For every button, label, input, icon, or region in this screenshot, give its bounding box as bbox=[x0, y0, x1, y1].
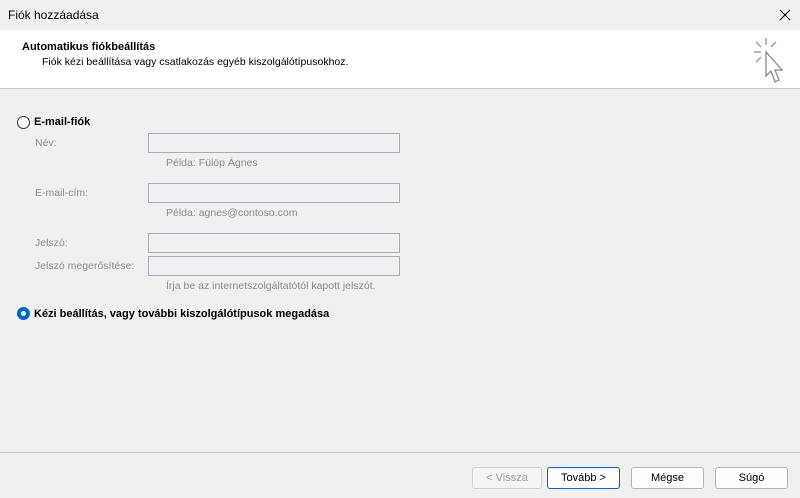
help-button[interactable]: Súgó bbox=[715, 467, 788, 489]
confirm-password-label: Jelszó megerősítése: bbox=[35, 260, 135, 272]
footer-divider bbox=[0, 452, 800, 453]
next-button[interactable]: Tovább > bbox=[547, 467, 620, 489]
close-button[interactable] bbox=[770, 0, 800, 30]
manual-setup-radio[interactable] bbox=[17, 307, 30, 320]
password-field[interactable] bbox=[148, 233, 400, 253]
email-label: E-mail-cím: bbox=[35, 187, 89, 199]
password-hint: Írja be az internetszolgáltatótól kapott… bbox=[166, 280, 376, 292]
email-account-radio[interactable] bbox=[17, 116, 30, 129]
confirm-password-field[interactable] bbox=[148, 256, 400, 276]
email-hint: Példa: agnes@contoso.com bbox=[166, 207, 298, 219]
manual-setup-label[interactable]: Kézi beállítás, vagy további kiszolgálót… bbox=[34, 308, 329, 320]
email-field[interactable] bbox=[148, 183, 400, 203]
header-title: Automatikus fiókbeállítás bbox=[22, 41, 156, 53]
name-field[interactable] bbox=[148, 133, 400, 153]
window-title: Fiók hozzáadása bbox=[8, 8, 99, 22]
name-label: Név: bbox=[35, 137, 57, 149]
auto-setup-cursor-icon bbox=[754, 38, 784, 83]
email-account-label[interactable]: E-mail-fiók bbox=[34, 116, 90, 128]
title-bar: Fiók hozzáadása bbox=[0, 0, 800, 30]
cancel-button[interactable]: Mégse bbox=[631, 467, 704, 489]
dialog-header: Automatikus fiókbeállítás Fiók kézi beál… bbox=[0, 30, 800, 89]
name-hint: Példa: Fülöp Ágnes bbox=[166, 157, 258, 169]
header-subtitle: Fiók kézi beállítása vagy csatlakozás eg… bbox=[42, 56, 349, 68]
close-icon bbox=[779, 9, 791, 21]
password-label: Jelszó: bbox=[35, 237, 68, 249]
back-button[interactable]: < Vissza bbox=[472, 467, 542, 489]
